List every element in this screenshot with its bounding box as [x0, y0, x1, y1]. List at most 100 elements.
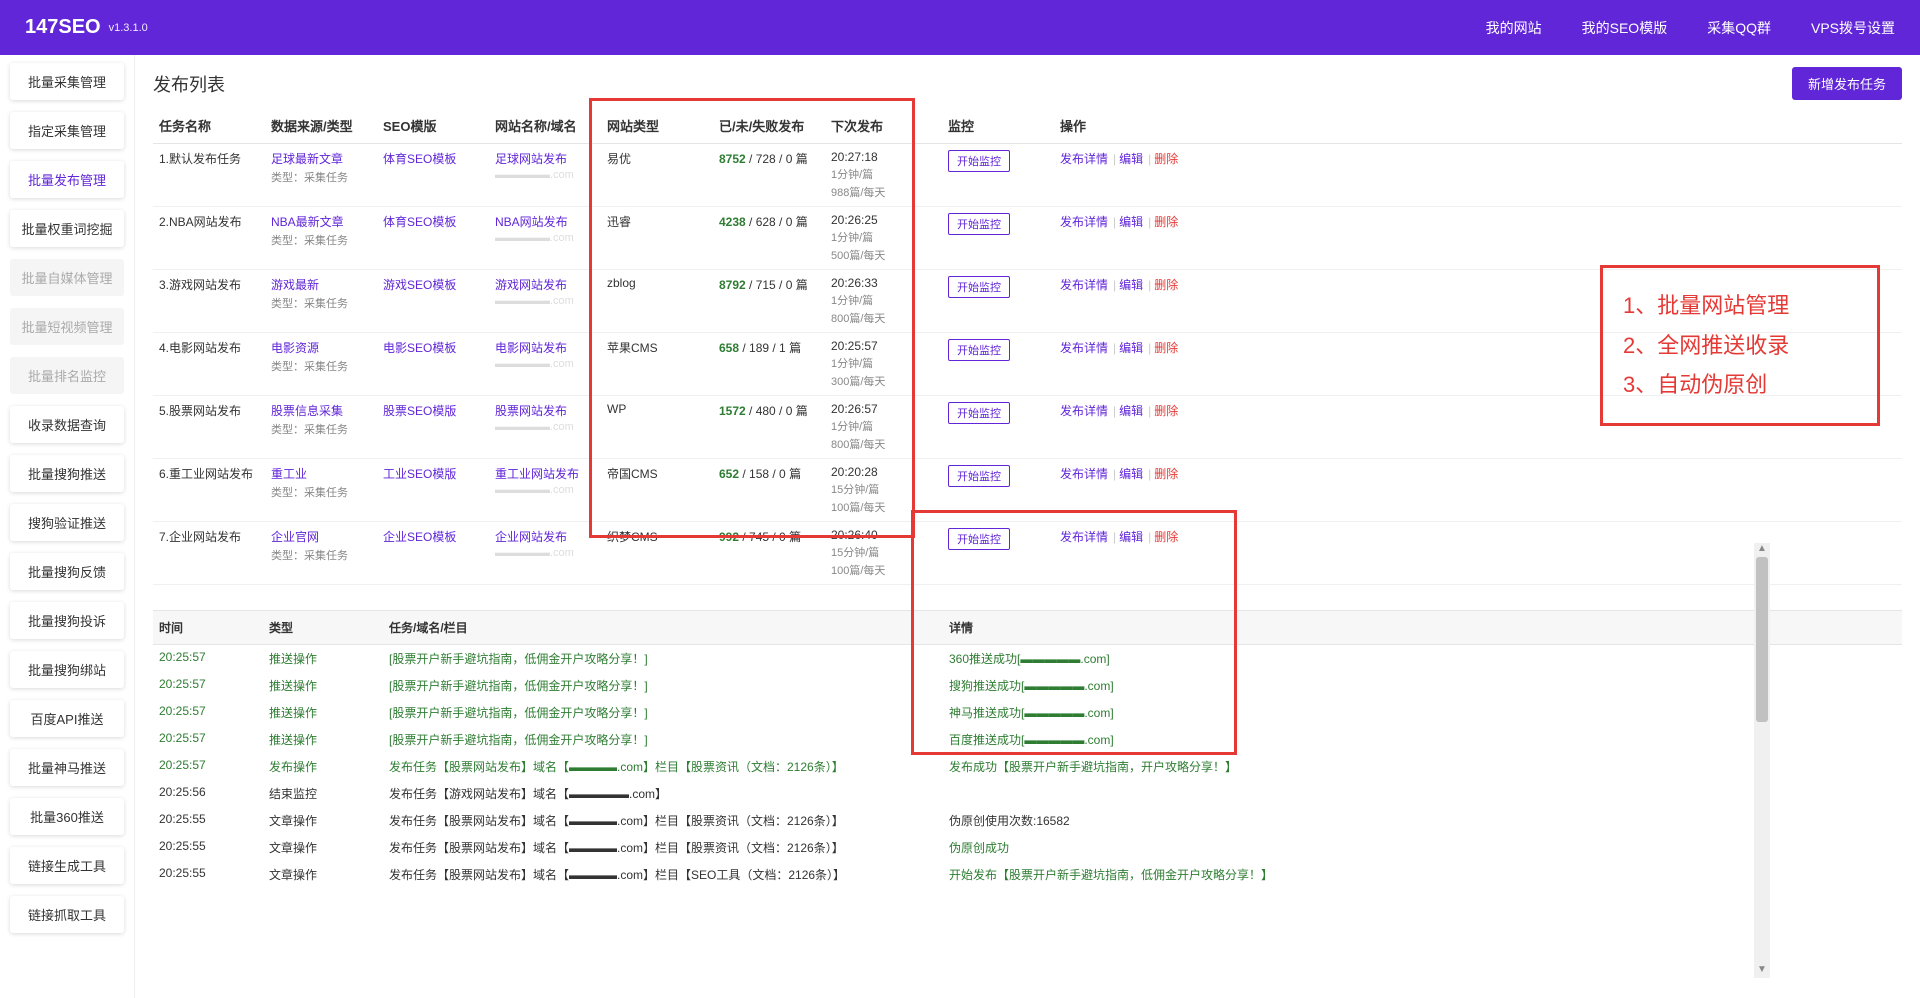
delete-link[interactable]: 删除 — [1154, 341, 1178, 355]
log-task: [股票开户新手避坑指南，低佣金开户攻略分享！] — [389, 731, 949, 748]
site-link[interactable]: 游戏网站发布 — [495, 278, 567, 292]
sidebar-item[interactable]: 批量搜狗推送 — [10, 455, 124, 492]
monitor-button[interactable]: 开始监控 — [948, 150, 1010, 172]
cell-ops: 发布详情|编辑|删除 — [1054, 522, 1902, 585]
site-link[interactable]: 足球网站发布 — [495, 152, 567, 166]
template-link[interactable]: 体育SEO模板 — [383, 215, 456, 229]
monitor-button[interactable]: 开始监控 — [948, 339, 1010, 361]
site-link[interactable]: NBA网站发布 — [495, 215, 568, 229]
brand-title: 147SEO — [25, 16, 101, 39]
source-link[interactable]: 电影资源 — [271, 341, 319, 355]
monitor-button[interactable]: 开始监控 — [948, 213, 1010, 235]
sidebar: 批量采集管理指定采集管理批量发布管理批量权重词挖掘批量自媒体管理批量短视频管理批… — [0, 55, 135, 998]
cell-next: 20:26:331分钟/篇800篇/每天 — [825, 270, 937, 333]
sidebar-item[interactable]: 批量搜狗投诉 — [10, 602, 124, 639]
nav-item[interactable]: 我的SEO模版 — [1582, 18, 1668, 38]
sidebar-item[interactable]: 收录数据查询 — [10, 406, 124, 443]
sidebar-item[interactable]: 批量采集管理 — [10, 63, 124, 100]
scrollbar-thumb[interactable] — [1756, 557, 1768, 722]
sidebar-item[interactable]: 链接抓取工具 — [10, 896, 124, 933]
sidebar-item[interactable]: 链接生成工具 — [10, 847, 124, 884]
monitor-button[interactable]: 开始监控 — [948, 276, 1010, 298]
nav-item[interactable]: VPS拨号设置 — [1811, 18, 1895, 38]
cell-site: 游戏网站发布▬▬▬▬▬.com — [489, 270, 601, 333]
cell-source: NBA最新文章类型：采集任务 — [265, 207, 377, 270]
sidebar-item[interactable]: 百度API推送 — [10, 700, 124, 737]
sidebar-item[interactable]: 批量搜狗绑站 — [10, 651, 124, 688]
delete-link[interactable]: 删除 — [1154, 467, 1178, 481]
log-task: 发布任务【游戏网站发布】域名【▬▬▬▬▬.com】 — [389, 785, 949, 802]
nav-item[interactable]: 我的网站 — [1486, 18, 1542, 38]
sidebar-item[interactable]: 批量神马推送 — [10, 749, 124, 786]
cell-count: 4238 / 628 / 0 篇 — [713, 207, 825, 270]
template-link[interactable]: 企业SEO模板 — [383, 530, 456, 544]
nav-item[interactable]: 采集QQ群 — [1707, 18, 1771, 38]
log-row: 20:25:56结束监控发布任务【游戏网站发布】域名【▬▬▬▬▬.com】 — [153, 780, 1902, 807]
edit-link[interactable]: 编辑 — [1119, 404, 1143, 418]
table-row: 2.NBA网站发布NBA最新文章类型：采集任务体育SEO模板NBA网站发布▬▬▬… — [153, 207, 1902, 270]
site-link[interactable]: 重工业网站发布 — [495, 467, 579, 481]
log-scrollbar[interactable]: ▲ ▼ — [1754, 543, 1770, 978]
cell-ops: 发布详情|编辑|删除 — [1054, 144, 1902, 207]
log-row: 20:25:55文章操作发布任务【股票网站发布】域名【▬▬▬▬.com】栏目【股… — [153, 834, 1902, 861]
sidebar-item[interactable]: 指定采集管理 — [10, 112, 124, 149]
site-link[interactable]: 企业网站发布 — [495, 530, 567, 544]
detail-link[interactable]: 发布详情 — [1060, 152, 1108, 166]
log-row: 20:25:57发布操作发布任务【股票网站发布】域名【▬▬▬▬.com】栏目【股… — [153, 753, 1902, 780]
main-content: 发布列表 新增发布任务 任务名称数据来源/类型SEO模版网站名称/域名网站类型已… — [135, 55, 1920, 998]
sidebar-item[interactable]: 批量360推送 — [10, 798, 124, 835]
template-link[interactable]: 电影SEO模板 — [383, 341, 456, 355]
edit-link[interactable]: 编辑 — [1119, 530, 1143, 544]
table-header: 已/未/失败发布 — [713, 108, 825, 144]
edit-link[interactable]: 编辑 — [1119, 278, 1143, 292]
sidebar-item[interactable]: 批量搜狗反馈 — [10, 553, 124, 590]
template-link[interactable]: 游戏SEO模板 — [383, 278, 456, 292]
cell-site: 足球网站发布▬▬▬▬▬.com — [489, 144, 601, 207]
detail-link[interactable]: 发布详情 — [1060, 530, 1108, 544]
scroll-down-icon[interactable]: ▼ — [1754, 964, 1770, 978]
cell-monitor: 开始监控 — [942, 459, 1054, 522]
cell-next: 20:26:251分钟/篇500篇/每天 — [825, 207, 937, 270]
edit-link[interactable]: 编辑 — [1119, 467, 1143, 481]
source-link[interactable]: 重工业 — [271, 467, 307, 481]
delete-link[interactable]: 删除 — [1154, 530, 1178, 544]
scroll-up-icon[interactable]: ▲ — [1754, 543, 1770, 557]
monitor-button[interactable]: 开始监控 — [948, 465, 1010, 487]
template-link[interactable]: 工业SEO模版 — [383, 467, 456, 481]
add-task-button[interactable]: 新增发布任务 — [1792, 67, 1902, 100]
edit-link[interactable]: 编辑 — [1119, 341, 1143, 355]
sidebar-item[interactable]: 搜狗验证推送 — [10, 504, 124, 541]
template-link[interactable]: 体育SEO模板 — [383, 152, 456, 166]
edit-link[interactable]: 编辑 — [1119, 215, 1143, 229]
table-header: 操作 — [1054, 108, 1902, 144]
detail-link[interactable]: 发布详情 — [1060, 467, 1108, 481]
template-link[interactable]: 股票SEO模版 — [383, 404, 456, 418]
site-link[interactable]: 电影网站发布 — [495, 341, 567, 355]
sidebar-item[interactable]: 批量发布管理 — [10, 161, 124, 198]
source-link[interactable]: 足球最新文章 — [271, 152, 343, 166]
monitor-button[interactable]: 开始监控 — [948, 528, 1010, 550]
delete-link[interactable]: 删除 — [1154, 404, 1178, 418]
cell-kind: 易优 — [601, 144, 713, 207]
detail-link[interactable]: 发布详情 — [1060, 341, 1108, 355]
detail-link[interactable]: 发布详情 — [1060, 278, 1108, 292]
delete-link[interactable]: 删除 — [1154, 278, 1178, 292]
source-link[interactable]: 游戏最新 — [271, 278, 319, 292]
site-link[interactable]: 股票网站发布 — [495, 404, 567, 418]
detail-link[interactable]: 发布详情 — [1060, 215, 1108, 229]
table-header: 下次发布 — [825, 108, 937, 144]
source-link[interactable]: 股票信息采集 — [271, 404, 343, 418]
source-link[interactable]: 企业官网 — [271, 530, 319, 544]
log-task: 发布任务【股票网站发布】域名【▬▬▬▬.com】栏目【股票资讯（文档：2126条… — [389, 812, 949, 829]
delete-link[interactable]: 删除 — [1154, 215, 1178, 229]
cell-next: 20:26:571分钟/篇800篇/每天 — [825, 396, 937, 459]
source-link[interactable]: NBA最新文章 — [271, 215, 344, 229]
delete-link[interactable]: 删除 — [1154, 152, 1178, 166]
sidebar-item[interactable]: 批量权重词挖掘 — [10, 210, 124, 247]
log-task: [股票开户新手避坑指南，低佣金开户攻略分享！] — [389, 677, 949, 694]
monitor-button[interactable]: 开始监控 — [948, 402, 1010, 424]
detail-link[interactable]: 发布详情 — [1060, 404, 1108, 418]
cell-kind: WP — [601, 396, 713, 459]
edit-link[interactable]: 编辑 — [1119, 152, 1143, 166]
cell-kind: 帝国CMS — [601, 459, 713, 522]
